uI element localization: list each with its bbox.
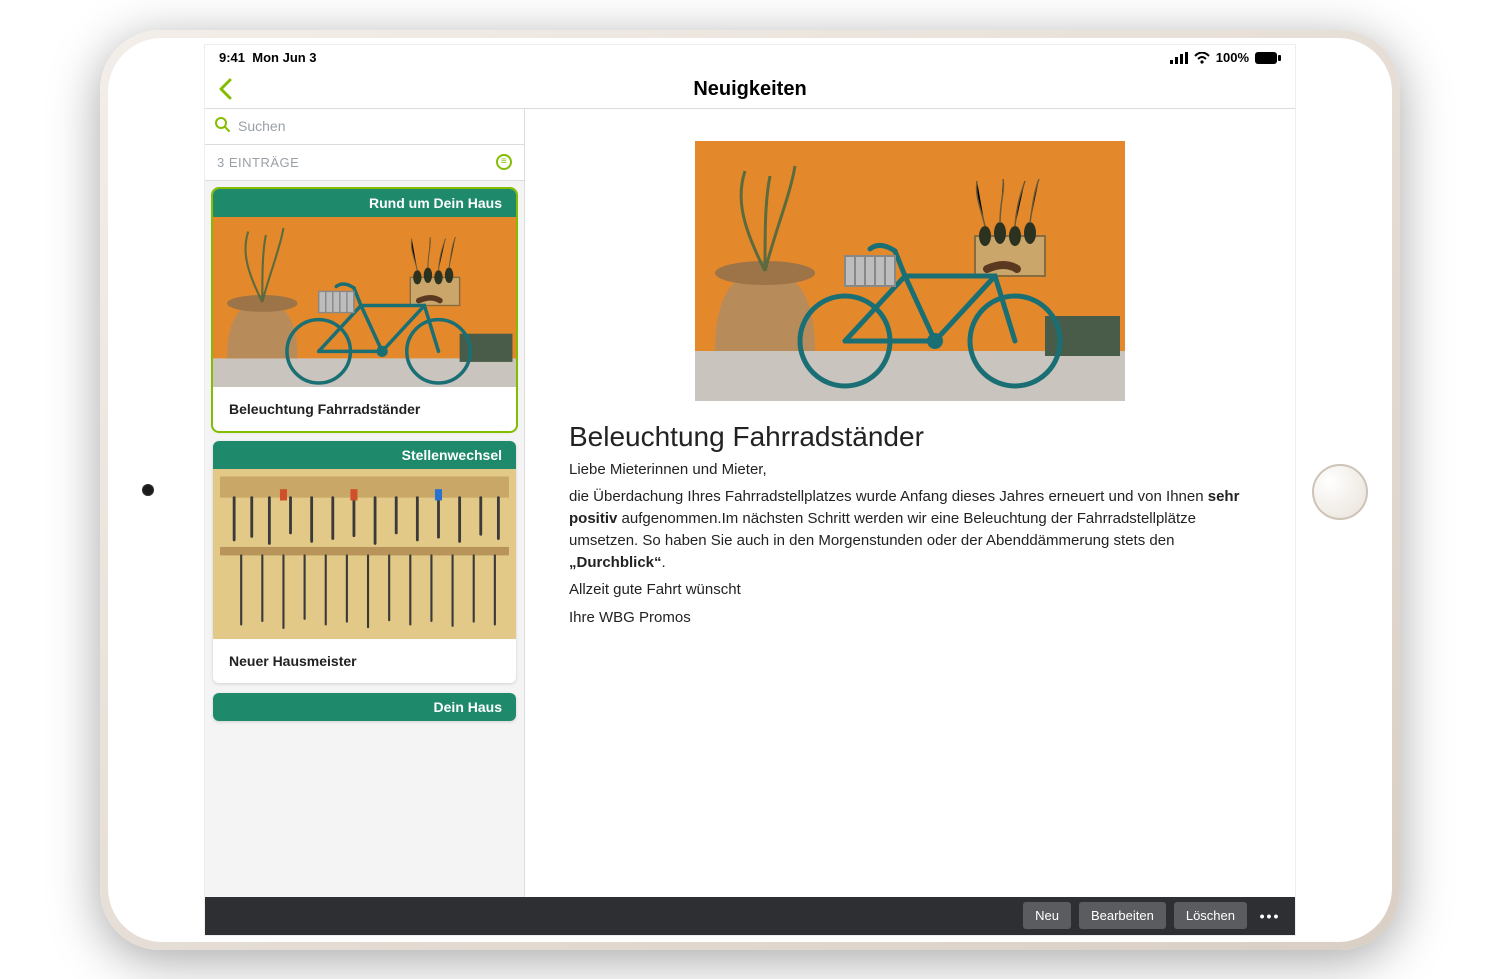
status-bar: 9:41 Mon Jun 3 100% bbox=[205, 45, 1295, 71]
list-item[interactable]: Rund um Dein Haus Beleuchtung Fahrradstä… bbox=[213, 189, 516, 431]
detail-sign1: Allzeit gute Fahrt wünscht bbox=[569, 579, 1251, 601]
filter-icon[interactable] bbox=[496, 154, 512, 170]
battery-icon bbox=[1255, 52, 1281, 64]
more-icon[interactable]: ••• bbox=[1255, 908, 1285, 924]
search-placeholder: Suchen bbox=[238, 118, 285, 134]
status-time: 9:41 bbox=[219, 50, 245, 65]
detail-body: die Überdachung Ihres Fahrradstellplatze… bbox=[569, 486, 1251, 573]
wifi-icon bbox=[1194, 52, 1210, 64]
status-date: Mon Jun 3 bbox=[252, 50, 316, 65]
tablet-frame: 9:41 Mon Jun 3 100% bbox=[100, 30, 1400, 950]
page-title: Neuigkeiten bbox=[205, 78, 1295, 101]
entry-list: Rund um Dein Haus Beleuchtung Fahrradstä… bbox=[205, 181, 524, 897]
app-header: Neuigkeiten bbox=[205, 71, 1295, 109]
entry-count-row: 3 EINTRÄGE bbox=[205, 145, 524, 181]
detail-pane: Beleuchtung Fahrradständer Liebe Mieteri… bbox=[525, 109, 1295, 897]
cellular-icon bbox=[1170, 52, 1188, 64]
list-item[interactable]: Dein Haus bbox=[213, 693, 516, 721]
search-field[interactable]: Suchen bbox=[205, 109, 524, 145]
list-item-tag: Stellenwechsel bbox=[213, 441, 516, 469]
list-item-thumb bbox=[213, 217, 516, 387]
detail-greeting: Liebe Mieterinnen und Mieter, bbox=[569, 459, 1251, 481]
action-bar: Neu Bearbeiten Löschen ••• bbox=[205, 897, 1295, 935]
back-button[interactable] bbox=[205, 78, 245, 100]
list-item[interactable]: Stellenwechsel Neuer Hausmeister bbox=[213, 441, 516, 683]
detail-hero-image bbox=[695, 141, 1125, 401]
list-item-tag: Dein Haus bbox=[213, 693, 516, 721]
list-item-title: Neuer Hausmeister bbox=[213, 639, 516, 683]
edit-button[interactable]: Bearbeiten bbox=[1079, 902, 1166, 929]
list-item-title: Beleuchtung Fahrradständer bbox=[213, 387, 516, 431]
entry-count-label: 3 EINTRÄGE bbox=[217, 155, 299, 170]
sidebar: Suchen 3 EINTRÄGE Rund um Dein Haus Bele bbox=[205, 109, 525, 897]
list-item-thumb bbox=[213, 469, 516, 639]
detail-title: Beleuchtung Fahrradständer bbox=[569, 421, 1251, 453]
delete-button[interactable]: Löschen bbox=[1174, 902, 1247, 929]
detail-sign2: Ihre WBG Promos bbox=[569, 607, 1251, 629]
new-button[interactable]: Neu bbox=[1023, 902, 1071, 929]
status-battery-text: 100% bbox=[1216, 50, 1249, 65]
search-icon bbox=[215, 117, 230, 135]
list-item-tag: Rund um Dein Haus bbox=[213, 189, 516, 217]
